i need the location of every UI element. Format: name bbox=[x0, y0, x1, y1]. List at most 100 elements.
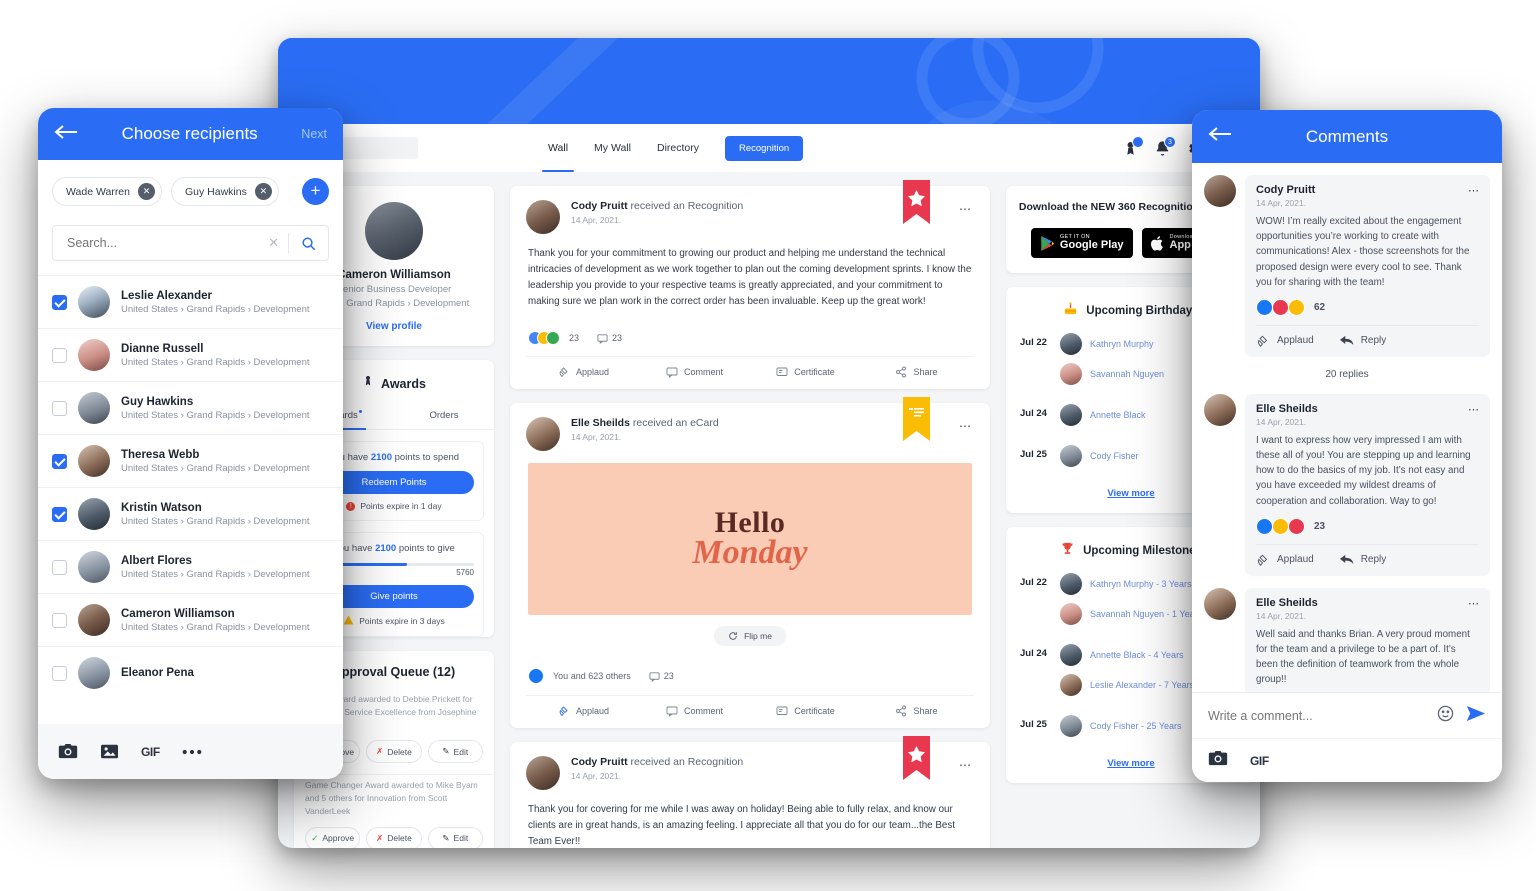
comment-composer bbox=[1192, 692, 1502, 738]
nav-item-wall[interactable]: Wall bbox=[541, 138, 575, 172]
certificate-button[interactable]: Certificate bbox=[750, 366, 861, 378]
comment-more-icon[interactable]: ⋯ bbox=[1468, 597, 1480, 610]
more-icon[interactable] bbox=[182, 749, 202, 755]
search-input[interactable] bbox=[53, 236, 260, 250]
post-action-text: received an Recognition bbox=[630, 756, 744, 769]
approve-button[interactable]: ✓Approve bbox=[305, 826, 361, 848]
comment-actions: Applaud Reply bbox=[1256, 324, 1479, 357]
photo-icon[interactable] bbox=[100, 743, 119, 760]
post-card: ⋯ Elle Sheilds received an eCard 14 Apr,… bbox=[510, 397, 990, 729]
comment-more-icon[interactable]: ⋯ bbox=[1468, 184, 1480, 197]
award-icon[interactable] bbox=[1122, 135, 1144, 157]
checkbox[interactable] bbox=[52, 559, 67, 575]
checkbox[interactable] bbox=[52, 294, 67, 310]
share-button[interactable]: Share bbox=[861, 366, 972, 378]
add-recipient-button[interactable]: + bbox=[302, 178, 329, 205]
flip-me-button[interactable]: Flip me bbox=[714, 626, 786, 647]
checkbox[interactable] bbox=[52, 400, 67, 416]
check-icon: ✓ bbox=[311, 832, 319, 843]
reaction-stack[interactable] bbox=[528, 668, 544, 685]
checkbox[interactable] bbox=[52, 612, 67, 628]
emoji-icon[interactable] bbox=[1437, 705, 1454, 727]
person-location: United States › Grand Rapids › Developme… bbox=[121, 356, 310, 368]
checkbox[interactable] bbox=[52, 506, 67, 522]
post-reactions: You and 623 others 23 bbox=[526, 656, 974, 697]
list-item[interactable]: Leslie Alexander United States › Grand Ra… bbox=[38, 275, 343, 328]
list-item[interactable]: Albert Flores United States › Grand Rapid… bbox=[38, 540, 343, 593]
applaud-button[interactable]: Applaud bbox=[1256, 334, 1314, 348]
share-button[interactable]: Share bbox=[861, 705, 972, 717]
clear-icon[interactable]: ✕ bbox=[259, 235, 288, 251]
reaction-stack[interactable] bbox=[528, 331, 560, 346]
comment-reaction-count: 62 bbox=[1314, 301, 1326, 313]
checkbox[interactable] bbox=[52, 665, 67, 681]
chip-wade-warren[interactable]: Wade Warren ✕ bbox=[52, 177, 162, 206]
replies-count[interactable]: 20 replies bbox=[1204, 369, 1490, 380]
delete-button[interactable]: ✗ Delete bbox=[366, 826, 422, 848]
search-row: ✕ bbox=[52, 225, 329, 261]
recipients-list: Leslie Alexander United States › Grand Ra… bbox=[38, 275, 343, 699]
comment-reactions[interactable]: 23 bbox=[1256, 509, 1479, 544]
camera-icon[interactable] bbox=[58, 743, 78, 760]
search-icon[interactable] bbox=[289, 236, 328, 251]
bell-icon[interactable]: 3 bbox=[1154, 135, 1176, 157]
nav-item-directory[interactable]: Directory bbox=[657, 138, 699, 158]
edit-button[interactable]: ✎ Edit bbox=[427, 740, 483, 764]
comment-item: ⋯ Elle Sheilds 14 Apr, 2021. I want to e… bbox=[1204, 393, 1490, 576]
chip-guy-hawkins[interactable]: Guy Hawkins ✕ bbox=[171, 177, 279, 206]
gif-icon[interactable]: GIF bbox=[141, 745, 160, 759]
list-item[interactable]: Dianne Russell United States › Grand Rapi… bbox=[38, 328, 343, 381]
comment-input[interactable] bbox=[1208, 708, 1425, 723]
post-author-name: Cody Pruitt bbox=[571, 200, 628, 212]
camera-icon[interactable] bbox=[1208, 750, 1228, 772]
back-arrow-icon[interactable] bbox=[1208, 126, 1232, 147]
applaud-label: Applaud bbox=[1277, 335, 1314, 347]
avatar bbox=[78, 286, 110, 318]
list-item[interactable]: Cameron Williamson United States › Grand … bbox=[38, 593, 343, 646]
screenshot-stage: Wall My Wall Directory Recognition 3 Cam… bbox=[0, 0, 1536, 891]
comment-button[interactable]: Comment bbox=[639, 366, 750, 379]
avatar bbox=[78, 339, 110, 371]
reply-button[interactable]: Reply bbox=[1339, 334, 1386, 348]
avatar bbox=[78, 498, 110, 530]
list-item[interactable]: Theresa Webb United States › Grand Rapids… bbox=[38, 434, 343, 487]
post-more-icon[interactable]: ⋯ bbox=[959, 202, 972, 216]
certificate-button[interactable]: Certificate bbox=[750, 705, 861, 717]
applaud-label: Applaud bbox=[575, 706, 610, 717]
list-item[interactable]: Eleanor Pena bbox=[38, 646, 343, 699]
close-icon[interactable]: ✕ bbox=[254, 183, 272, 200]
comment-text: Well said and thanks Brian. A very proud… bbox=[1256, 628, 1470, 686]
applaud-button[interactable]: Applaud bbox=[1256, 553, 1314, 567]
reply-button[interactable]: Reply bbox=[1339, 553, 1386, 567]
post-more-icon[interactable]: ⋯ bbox=[959, 419, 972, 433]
nav-item-my-wall[interactable]: My Wall bbox=[594, 138, 631, 158]
comment-count-group[interactable]: 23 bbox=[649, 671, 674, 682]
checkbox[interactable] bbox=[52, 453, 67, 469]
edit-button[interactable]: ✎ Edit bbox=[427, 826, 483, 848]
gif-icon[interactable]: GIF bbox=[1250, 754, 1269, 768]
comment-reactions[interactable]: 62 bbox=[1256, 290, 1479, 325]
list-item[interactable]: Guy Hawkins United States › Grand Rapids … bbox=[38, 381, 343, 434]
checkbox[interactable] bbox=[52, 347, 67, 363]
applaud-button[interactable]: Applaud bbox=[528, 366, 639, 378]
comments-title: Comments bbox=[1305, 126, 1389, 146]
apple-icon bbox=[1150, 235, 1163, 251]
applaud-button[interactable]: Applaud bbox=[528, 705, 639, 717]
post-more-icon[interactable]: ⋯ bbox=[959, 758, 972, 772]
list-item[interactable]: Kristin Watson United States › Grand Rapi… bbox=[38, 487, 343, 540]
comment-label: Comment bbox=[683, 367, 723, 378]
comment-count-group[interactable]: 23 bbox=[597, 333, 622, 344]
share-label: Share bbox=[913, 367, 938, 378]
post-comment-count: 23 bbox=[612, 333, 623, 344]
comment-more-icon[interactable]: ⋯ bbox=[1468, 403, 1480, 416]
close-icon[interactable]: ✕ bbox=[138, 183, 155, 200]
google-play-button[interactable]: GET IT ON Google Play bbox=[1030, 228, 1133, 259]
next-button[interactable]: Next bbox=[301, 127, 327, 141]
nav-pill-recognition[interactable]: Recognition bbox=[725, 135, 804, 161]
comment-button[interactable]: Comment bbox=[639, 705, 750, 718]
delete-button[interactable]: ✗ Delete bbox=[366, 740, 422, 764]
send-icon[interactable] bbox=[1466, 705, 1486, 727]
comments-header: Comments bbox=[1192, 110, 1502, 163]
awards-tab-orders[interactable]: Orders bbox=[394, 404, 494, 429]
back-arrow-icon[interactable] bbox=[54, 124, 78, 145]
